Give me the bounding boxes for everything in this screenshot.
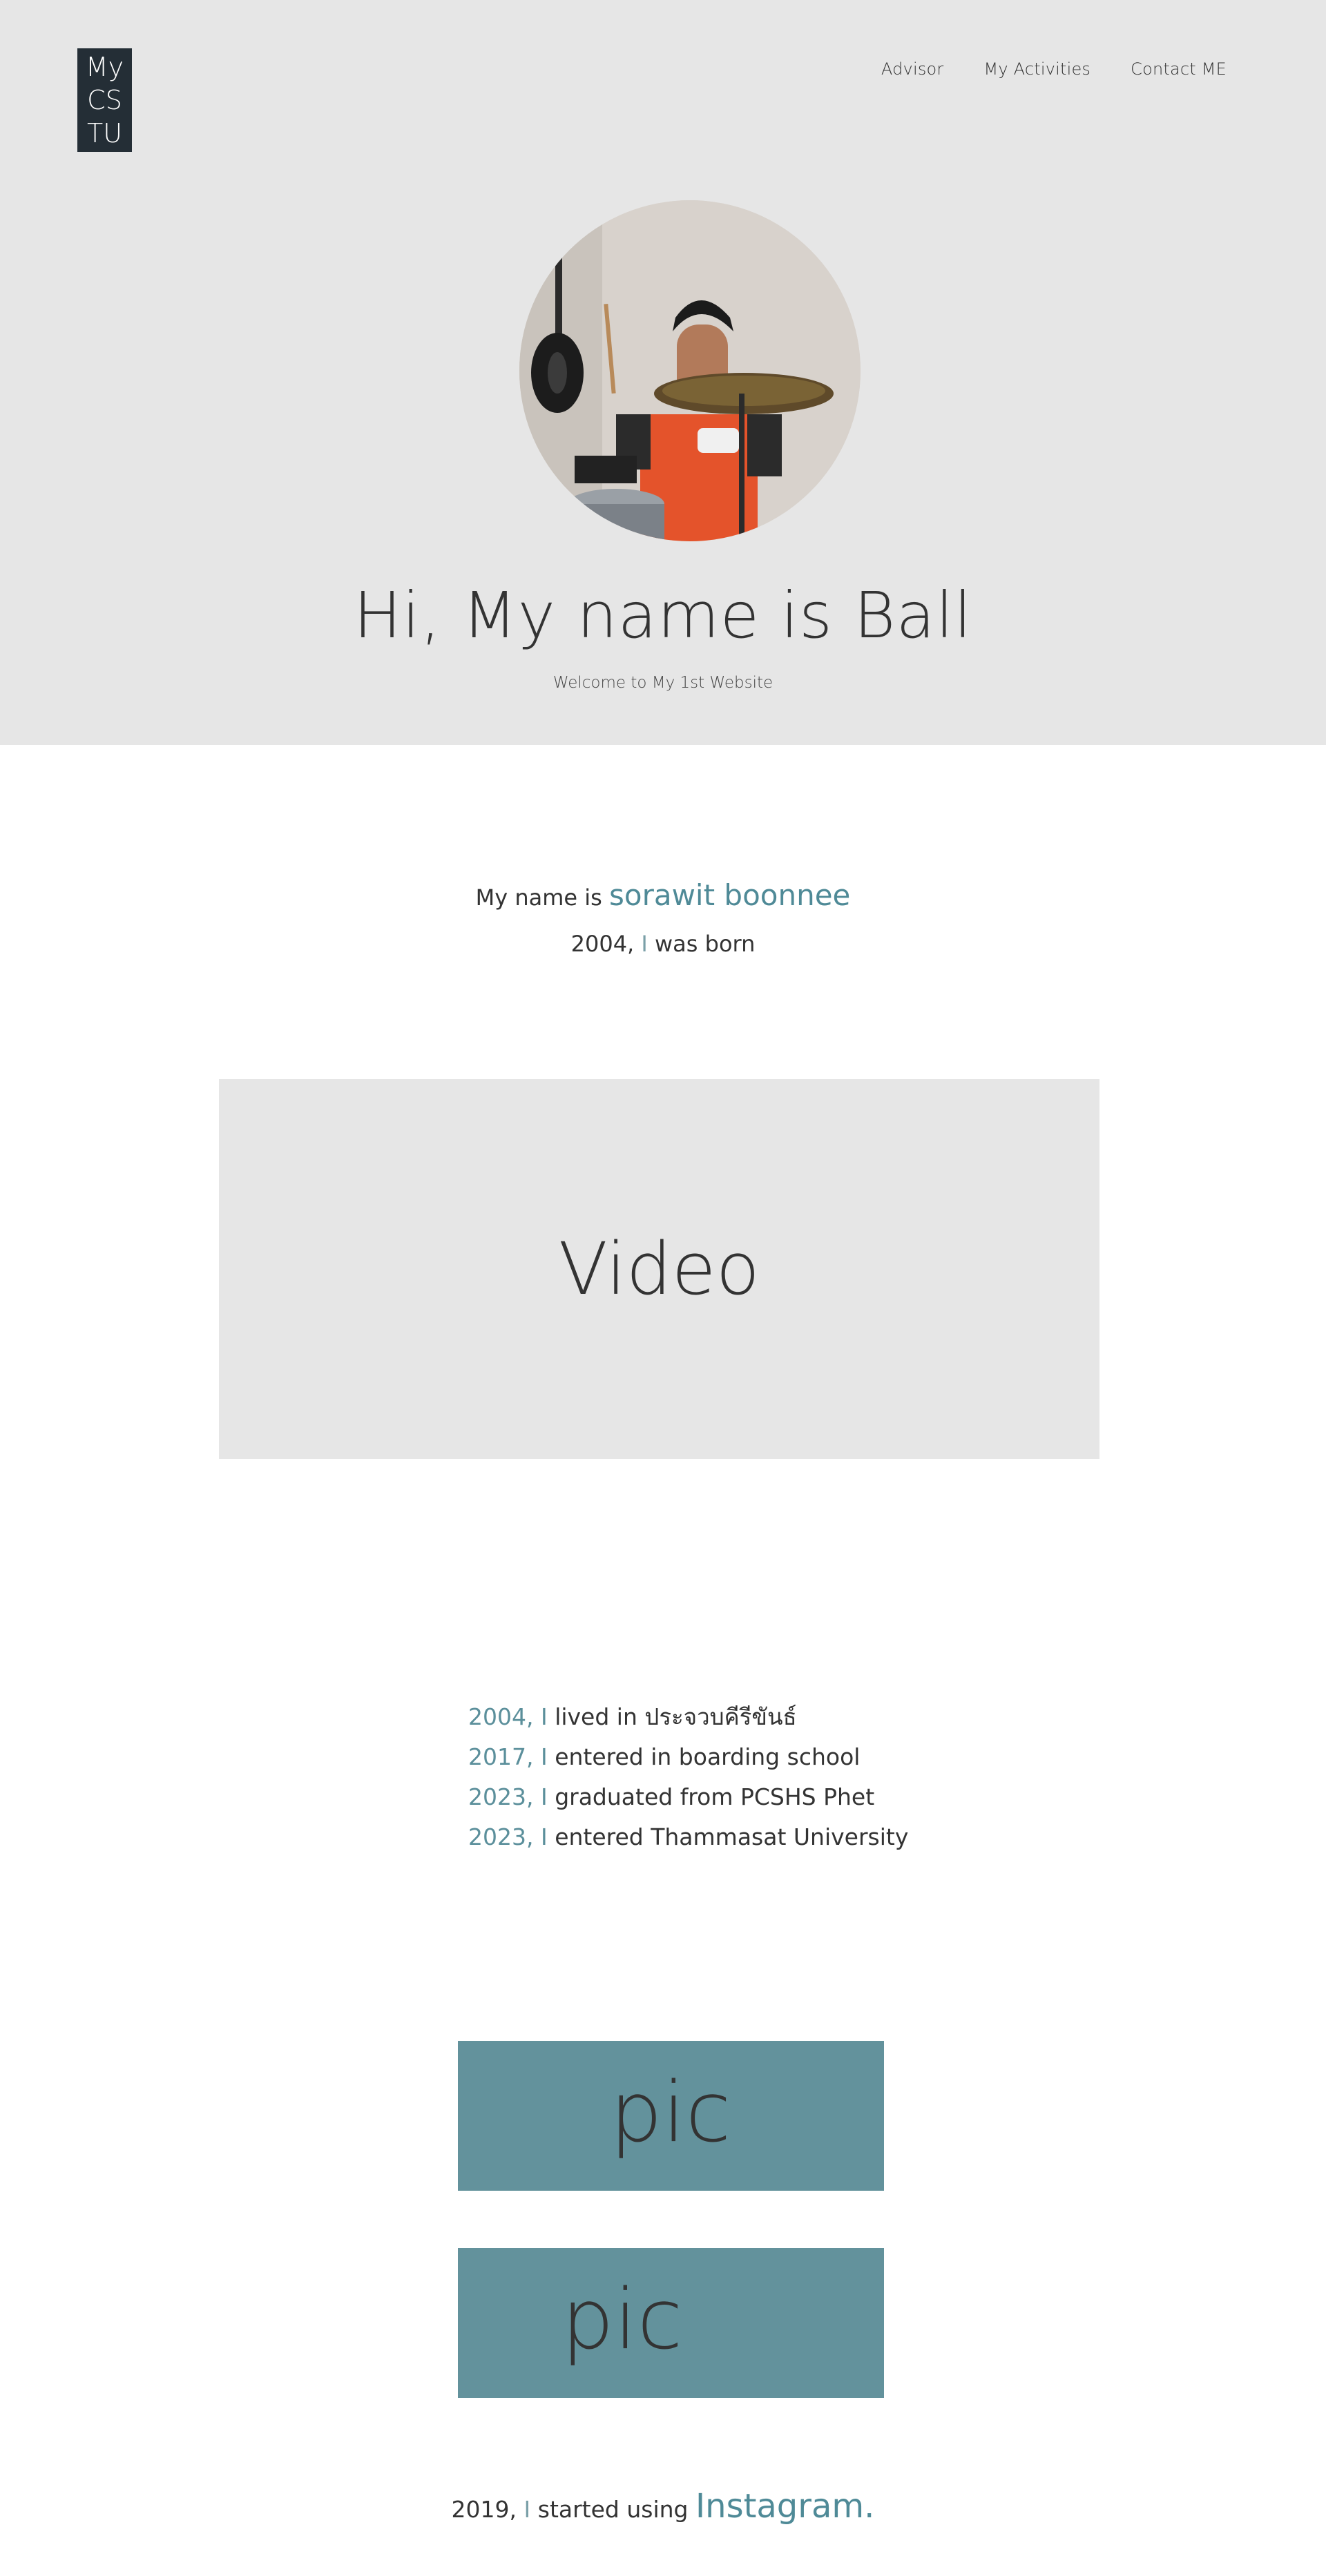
timeline-year: 2023, I (468, 1783, 548, 1810)
born-year: 2004, (570, 931, 635, 957)
timeline-item: 2004, I lived in ประจวบคีรีขันธ์ (468, 1697, 908, 1737)
nav-advisor[interactable]: Advisor (881, 59, 944, 79)
instagram-line: 2019, I started using Instagram. (0, 2487, 1326, 2526)
timeline-item: 2023, I graduated from PCSHS Phet (468, 1777, 908, 1817)
born-text: was born (655, 931, 756, 957)
timeline-text: entered in boarding school (547, 1743, 861, 1770)
instagram-i: I (517, 2496, 538, 2523)
video-label: Video (558, 1227, 760, 1311)
logo-line-2: CS (87, 85, 122, 115)
born-i: I (634, 931, 655, 957)
timeline-list: 2004, I lived in ประจวบคีรีขันธ์ 2017, I… (468, 1697, 908, 1857)
intro-name-line: My name is sorawit boonnee (0, 878, 1326, 912)
timeline-item: 2017, I entered in boarding school (468, 1737, 908, 1777)
nav-contact-me[interactable]: Contact ME (1131, 59, 1227, 79)
timeline-text: entered Thammasat University (547, 1823, 909, 1850)
picture-label: pic (610, 2065, 731, 2161)
logo-line-1: My (85, 52, 124, 82)
profile-photo-illustration (519, 200, 861, 541)
site-logo[interactable]: My CS TU (77, 48, 132, 152)
hero-subtitle: Welcome to My 1st Website (552, 674, 774, 692)
logo-line-3: TU (86, 118, 123, 148)
timeline-text: lived in ประจวบคีรีขันธ์ (547, 1703, 797, 1730)
picture-label: pic (561, 2272, 683, 2368)
intro-prefix: My name is (475, 884, 609, 911)
timeline-year: 2023, I (468, 1823, 548, 1850)
hero-title: Hi, My name is Ball (354, 579, 972, 652)
instagram-year: 2019, (451, 2496, 517, 2523)
timeline-text: graduated from PCSHS Phet (547, 1783, 875, 1810)
full-name: sorawit boonnee (608, 878, 851, 912)
born-line: 2004, I was born (0, 931, 1326, 957)
instagram-link[interactable]: Instagram. (695, 2487, 874, 2526)
video-placeholder[interactable]: Video (219, 1079, 1099, 1459)
timeline-year: 2004, I (468, 1703, 548, 1730)
main-nav: Advisor My Activities Contact ME (881, 59, 1227, 79)
picture-placeholder-1[interactable]: pic (458, 2041, 884, 2191)
timeline-year: 2017, I (468, 1743, 548, 1770)
profile-photo (519, 200, 861, 541)
instagram-text: started using (537, 2496, 695, 2523)
picture-placeholder-2[interactable]: pic (458, 2248, 884, 2398)
hero-section: My CS TU Advisor My Activities Contact M… (0, 0, 1326, 745)
nav-my-activities[interactable]: My Activities (983, 59, 1090, 79)
timeline-item: 2023, I entered Thammasat University (468, 1817, 908, 1857)
